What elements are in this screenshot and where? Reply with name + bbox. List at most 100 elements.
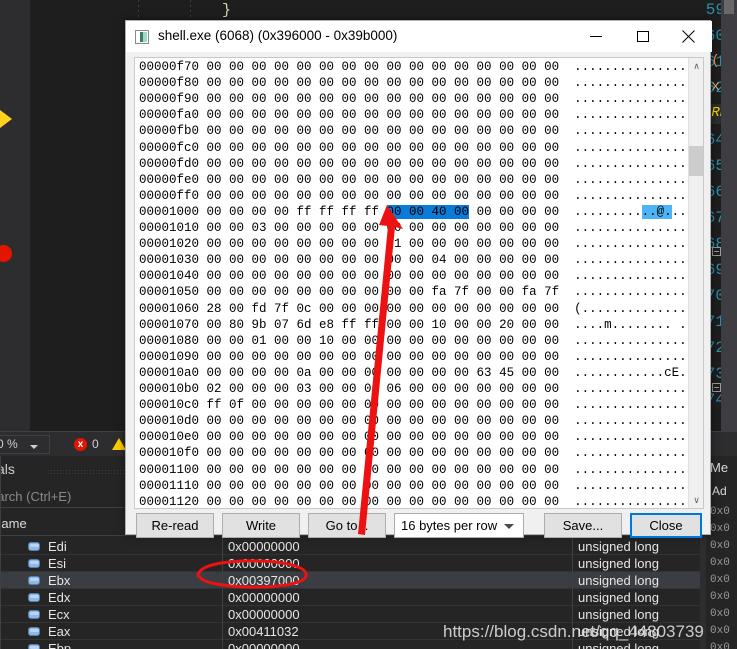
hex-bytes: 28 00 fd 7f 0c 00 00 00 00 00 00 00 00 0…	[206, 301, 575, 316]
hex-address: 00001030	[139, 253, 207, 268]
scroll-down-arrow-icon[interactable]: ∨	[689, 492, 703, 508]
register-value[interactable]: 0x00000000	[228, 556, 300, 571]
save-button[interactable]: Save...	[544, 513, 622, 538]
hex-row[interactable]: 00001120 00 00 00 00 00 00 00 00 00 00 0…	[139, 494, 694, 509]
hex-ascii: ................	[574, 76, 695, 91]
register-value[interactable]: 0x00000000	[228, 539, 300, 554]
hex-address: 00001120	[139, 494, 207, 509]
register-value[interactable]: 0x00397000	[228, 573, 300, 588]
goto-button[interactable]: Go to...	[308, 513, 386, 538]
hex-address: 00001020	[139, 237, 207, 252]
register-name: Ebp	[48, 641, 72, 649]
hex-ascii: ................	[574, 349, 695, 364]
hex-bytes: 00 00 00 00 00 00 00 00 00 00 00 00 00 0…	[206, 140, 575, 155]
register-value[interactable]: 0x00000000	[228, 641, 300, 649]
dialog-button-bar: Re-read Write Go to... 16 bytes per row …	[126, 513, 712, 538]
write-button[interactable]: Write	[222, 513, 300, 538]
hex-bytes: 00 00 00 00 00 00 00 00 00 00 04 00 00 0…	[206, 253, 575, 268]
hex-ascii: ............cE..	[574, 365, 695, 380]
hex-ascii: ................	[574, 414, 695, 429]
hex-address: 00001070	[139, 317, 207, 332]
hex-bytes: 02 00 00 00 03 00 00 00 06 00 00 00 00 0…	[206, 382, 575, 396]
table-row[interactable]: Ecx 0x00000000 unsigned long	[0, 606, 700, 623]
variable-icon	[28, 593, 40, 602]
chevron-down-icon	[504, 524, 514, 529]
column-divider	[0, 456, 1, 649]
register-type: unsigned long	[578, 573, 659, 588]
table-row[interactable]: Edi 0x00000000 unsigned long	[0, 538, 700, 555]
close-window-button[interactable]	[666, 21, 712, 51]
hex-bytes: 00 00 00 00 00 00 00 00 00 00 00 00 00 0…	[206, 349, 575, 364]
hex-address: 00001110	[139, 478, 207, 493]
error-icon: x	[74, 438, 87, 451]
memory-address: 0x0	[710, 523, 730, 535]
hex-ascii: ....m........ ..	[574, 317, 695, 332]
scrollbar-thumb[interactable]	[724, 0, 734, 14]
hex-bytes: 00 00 00 00 00 00 00 00 00 00 00 00 00 0…	[206, 446, 575, 461]
reread-button[interactable]: Re-read	[136, 513, 214, 538]
bookmark-arrow-icon[interactable]	[0, 110, 12, 128]
warning-icon	[112, 438, 126, 450]
hex-address: 00001100	[139, 462, 207, 477]
column-header-name[interactable]: Name	[0, 516, 27, 531]
hex-ascii: ................	[574, 253, 695, 268]
zoom-level-combo[interactable]: 0 %	[0, 435, 50, 454]
hex-address: 00001090	[139, 349, 207, 364]
register-value[interactable]: 0x00000000	[228, 607, 300, 622]
hex-address: 00000f90	[139, 92, 207, 107]
tab-memory[interactable]: Me	[710, 460, 728, 475]
hex-ascii: (...............	[574, 301, 695, 316]
hex-ascii: ................	[574, 60, 695, 74]
hex-bytes: 00 00 00 00 00 00 00 00 00 00 00 00 00 0…	[206, 494, 575, 509]
minimize-button[interactable]	[574, 21, 620, 51]
editor-line-number-column	[30, 0, 115, 437]
editor-breakpoint-gutter[interactable]	[0, 0, 30, 437]
hex-ascii: ................	[574, 462, 695, 477]
scrollbar-thumb[interactable]	[689, 146, 703, 176]
register-value[interactable]: 0x00411032	[228, 624, 299, 639]
hex-address: 00001050	[139, 285, 207, 300]
dialog-title-bar[interactable]: shell.exe (6068) (0x396000 - 0x39b000)	[126, 21, 712, 52]
hex-bytes: 00 00 00 00 0a 00 00 00 00 00 00 00 63 4…	[206, 365, 575, 380]
register-type: unsigned long	[578, 539, 659, 554]
hex-bytes: 00 00 00 00 00 00 00 00 00 00 00 00 00 0…	[206, 188, 575, 203]
maximize-button[interactable]	[620, 21, 666, 51]
hex-ascii-selected[interactable]: ..@.	[641, 204, 672, 219]
variable-icon	[28, 542, 40, 551]
register-name: Ebx	[48, 573, 71, 588]
register-type: unsigned long	[578, 590, 659, 605]
hex-ascii: ................	[574, 446, 695, 461]
hex-bytes: 00 00 00 00 00 00 00 00 00 00 00 00 00 0…	[206, 76, 575, 91]
table-row[interactable]: Ebx 0x00397000 unsigned long	[0, 572, 700, 589]
hex-ascii: ................	[574, 333, 695, 348]
outline-collapse-box[interactable]	[712, 383, 721, 392]
hex-vertical-scrollbar[interactable]: ∧ ∨	[688, 58, 703, 508]
close-button[interactable]: Close	[630, 513, 702, 538]
table-row[interactable]: Edx 0x00000000 unsigned long	[0, 589, 700, 606]
variable-icon	[28, 644, 40, 649]
register-name: Edi	[48, 539, 67, 554]
hex-ascii: ................	[574, 221, 695, 235]
scroll-up-arrow-icon[interactable]: ∧	[689, 58, 703, 74]
hex-address: 00000fa0	[139, 108, 207, 123]
register-name: Edx	[48, 590, 71, 605]
chevron-down-icon	[30, 445, 38, 449]
bytes-per-row-select[interactable]: 16 bytes per row	[394, 513, 524, 538]
close-icon	[680, 29, 697, 44]
hex-address: 00000ff0	[139, 188, 207, 203]
hex-ascii: .........	[574, 204, 642, 219]
register-type: unsigned long	[578, 607, 659, 622]
variable-icon	[28, 610, 40, 619]
hex-ascii: ................	[574, 285, 695, 300]
outline-collapse-box[interactable]	[712, 247, 721, 256]
zoom-level-value: 0 %	[0, 437, 18, 451]
editor-vertical-scrollbar[interactable]	[721, 0, 737, 437]
table-row[interactable]: Esi 0x00000000 unsigned long	[0, 555, 700, 572]
hex-address: 000010d0	[139, 414, 207, 429]
hex-dump-view[interactable]: 00000f70 00 00 00 00 00 00 00 00 00 00 0…	[134, 57, 704, 509]
memory-address: 0x0	[710, 591, 730, 603]
hex-bytes: 00 00 00 00 00 00 00 00 00 00 00 00 00 0…	[206, 430, 575, 445]
hex-ascii: ................	[574, 478, 695, 493]
hex-bytes-selected[interactable]: 00 00 40 00	[386, 204, 470, 219]
register-value[interactable]: 0x00000000	[228, 590, 300, 605]
